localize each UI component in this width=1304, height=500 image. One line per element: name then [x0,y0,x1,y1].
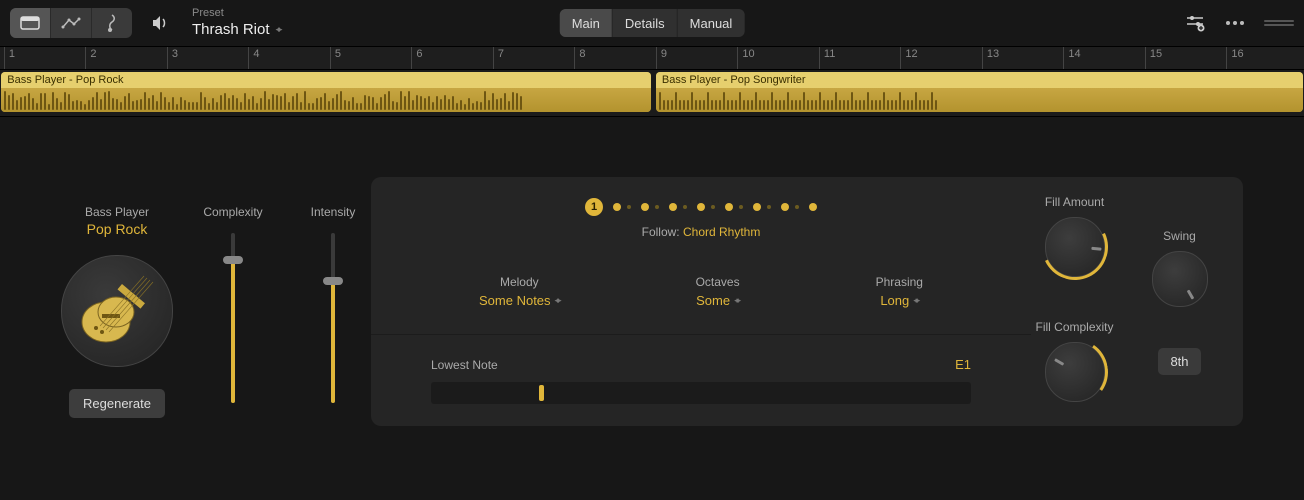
ruler-tick: 12 [900,47,917,69]
melody-select[interactable]: Melody Some Notes◂▸ [479,275,560,308]
drag-handle-icon[interactable] [1264,19,1294,27]
view-region-button[interactable] [10,8,51,38]
settings-icon[interactable] [1184,12,1206,34]
phrasing-select[interactable]: Phrasing Long◂▸ [876,275,923,308]
ruler-tick: 16 [1226,47,1243,69]
slider-label: Complexity [203,205,262,219]
view-automation-button[interactable] [51,8,92,38]
track-lane[interactable]: Bass Player - Pop Rock Bass Player - Pop… [0,70,1304,117]
ruler-tick: 2 [85,47,96,69]
select-label: Octaves [696,275,740,289]
editor-toolbar: Preset Thrash Riot ◂▸ Main Details Manua… [0,0,1304,46]
player-type-label: Bass Player [85,205,149,219]
ruler-tick: 1 [4,47,15,69]
region-label: Bass Player - Pop Songwriter [656,72,1303,88]
octaves-select[interactable]: Octaves Some◂▸ [696,275,740,308]
session-player-editor: Bass Player Pop Rock Regene [61,177,1243,426]
preset-value: Thrash Riot [192,21,270,39]
updown-icon: ◂▸ [555,295,560,306]
region-pop-rock[interactable]: Bass Player - Pop Rock [1,72,650,112]
ruler-tick: 3 [167,47,178,69]
ruler-tick: 13 [982,47,999,69]
view-mode-segment [10,8,132,38]
lowest-note-label: Lowest Note [431,358,498,372]
fill-amount-knob[interactable]: Fill Amount [1027,195,1122,310]
select-label: Phrasing [876,275,923,289]
editor-tabs: Main Details Manual [560,9,745,37]
complexity-slider[interactable]: Complexity [203,205,263,418]
ruler-tick: 8 [574,47,585,69]
tab-manual[interactable]: Manual [678,9,745,37]
tab-details[interactable]: Details [613,9,678,37]
view-score-button[interactable] [92,8,132,38]
ruler-tick: 11 [819,47,835,69]
ruler-tick: 4 [248,47,259,69]
intensity-slider[interactable]: Intensity [303,205,363,418]
fill-swing-panel: Fill Amount Swing Fill Complexity 8th [1011,177,1243,426]
instrument-avatar[interactable] [61,255,173,367]
ruler-tick: 14 [1063,47,1080,69]
pattern-panel: 1 Follow: Chord Rhythm Melody [371,177,1031,426]
toolbar-right [1184,12,1294,34]
updown-icon: ◂▸ [734,295,739,306]
swing-value-button[interactable]: 8th [1158,348,1200,375]
ruler-tick: 5 [330,47,341,69]
ruler-tick: 7 [493,47,504,69]
slider-label: Intensity [311,205,356,219]
fill-complexity-knob[interactable]: Fill Complexity [1027,320,1122,405]
tab-main[interactable]: Main [560,9,613,37]
region-pop-songwriter[interactable]: Bass Player - Pop Songwriter [656,72,1303,112]
follow-label: Follow: [642,225,680,239]
more-icon[interactable] [1224,12,1246,34]
volume-icon[interactable] [150,12,172,34]
ruler-tick: 6 [411,47,422,69]
swing-knob[interactable]: Swing [1132,229,1227,310]
preset-selector[interactable]: Preset Thrash Riot ◂▸ [192,7,281,38]
lowest-note-value: E1 [955,357,971,372]
updown-icon: ◂▸ [913,295,918,306]
timeline-ruler[interactable]: 1 2 3 4 5 6 7 8 9 10 11 12 13 14 15 16 [0,46,1304,70]
ruler-tick: 9 [656,47,667,69]
preset-label: Preset [192,7,281,20]
pattern-steps[interactable]: 1 [371,195,1031,219]
region-label: Bass Player - Pop Rock [1,72,650,88]
select-label: Melody [500,275,539,289]
regenerate-button[interactable]: Regenerate [69,389,165,418]
ruler-tick: 15 [1145,47,1162,69]
pattern-step-current[interactable]: 1 [585,198,603,216]
lowest-note-slider[interactable] [431,382,971,404]
updown-icon: ◂▸ [276,24,281,35]
ruler-tick: 10 [737,47,754,69]
player-style-value[interactable]: Pop Rock [87,221,148,237]
follow-value[interactable]: Chord Rhythm [683,225,760,239]
